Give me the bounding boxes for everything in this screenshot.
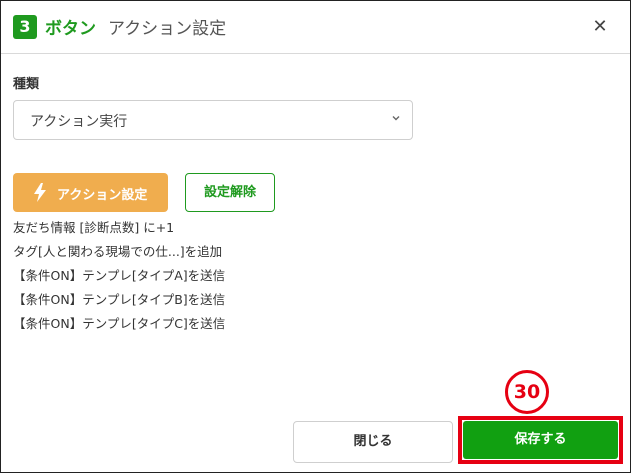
summary-line: タグ[人と関わる現場での仕...]を追加: [13, 244, 223, 259]
summary-line: 【条件ON】テンプレ[タイプB]を送信: [13, 292, 226, 307]
dialog-title-button: ボタン: [45, 19, 96, 39]
dialog-title-action-settings: アクション設定: [108, 19, 227, 39]
save-button[interactable]: 保存する: [463, 421, 618, 459]
close-icon[interactable]: ✕: [585, 13, 615, 41]
type-select-value: アクション実行: [30, 114, 128, 130]
type-select[interactable]: アクション実行: [13, 100, 413, 140]
set-action-button[interactable]: アクション設定: [13, 173, 168, 212]
action-settings-dialog: 3 ボタン アクション設定 ✕ 種類 アクション実行 アクション設定 設定解除 …: [0, 0, 631, 473]
action-summary-list: 友だち情報 [診断点数] に+1 タグ[人と関わる現場での仕...]を追加 【条…: [13, 220, 413, 340]
summary-line: 友だち情報 [診断点数] に+1: [13, 220, 175, 235]
step-annotation-badge: 30: [505, 370, 549, 414]
dialog-header: 3 ボタン アクション設定 ✕: [1, 1, 630, 54]
type-field-label: 種類: [13, 77, 40, 92]
clear-settings-button[interactable]: 設定解除: [185, 173, 275, 212]
lightning-bolt-icon: [34, 183, 46, 202]
summary-line: 【条件ON】テンプレ[タイプC]を送信: [13, 316, 226, 331]
chevron-down-icon: [392, 116, 400, 121]
summary-line: 【条件ON】テンプレ[タイプA]を送信: [13, 268, 226, 283]
step-number-badge: 3: [13, 15, 37, 39]
close-button[interactable]: 閉じる: [293, 421, 453, 463]
set-action-label: アクション設定: [57, 188, 148, 203]
